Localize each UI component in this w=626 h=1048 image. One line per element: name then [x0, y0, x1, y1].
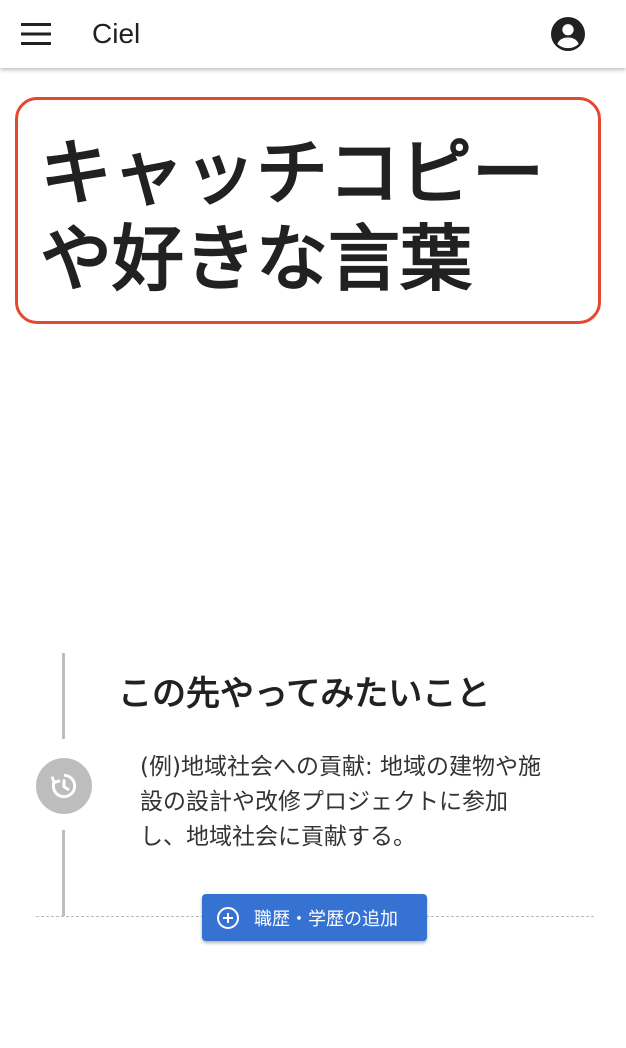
add-history-label: 職歴・学歴の追加 [254, 908, 398, 930]
add-history-button[interactable]: 職歴・学歴の追加 [202, 894, 427, 941]
catchphrase-card[interactable]: キャッチコピー や好きな言葉 [15, 97, 601, 324]
add-circle-icon [217, 906, 239, 929]
timeline-dot [36, 758, 92, 814]
timeline-line-bottom [62, 830, 65, 916]
section-body: (例)地域社会への貢献: 地域の建物や施設の設計や改修プロジェクトに参加し、地域… [140, 754, 542, 850]
catchphrase-text: キャッチコピー や好きな言葉 [40, 131, 545, 301]
app-title: Ciel [92, 18, 141, 49]
timeline-line-top [62, 653, 65, 739]
menu-button[interactable] [14, 14, 58, 54]
app-bar: Ciel [0, 0, 626, 68]
section-title: この先やってみたいこと [118, 674, 491, 714]
hamburger-menu-icon [21, 23, 51, 45]
account-circle-icon [551, 17, 585, 51]
account-button[interactable] [548, 14, 588, 54]
history-icon [50, 773, 77, 799]
